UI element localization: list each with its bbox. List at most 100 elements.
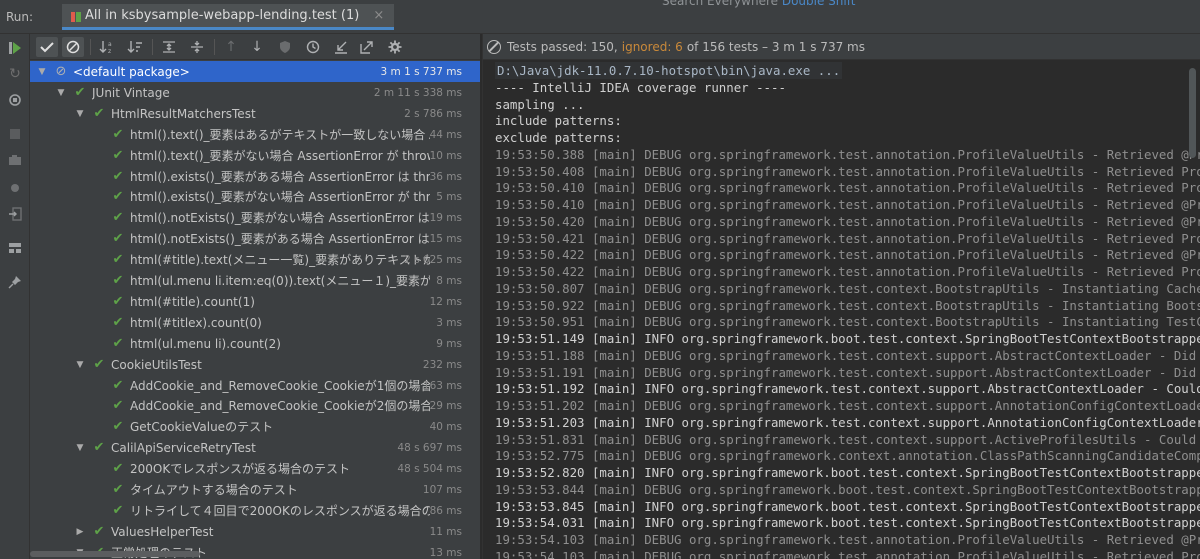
expand-all-icon[interactable] <box>158 37 180 57</box>
passed-check-icon: ✔ <box>93 440 105 455</box>
console-line: 19:53:50.408 [main] DEBUG org.springfram… <box>495 164 1200 179</box>
test-tree-row[interactable]: ✔ html(#titlex).count(0) 3 ms <box>30 312 480 333</box>
console-line: 19:53:53.844 [main] DEBUG org.springfram… <box>495 482 1200 497</box>
test-name: CalilApiServiceRetryTest <box>111 440 256 455</box>
test-name: CookieUtilsTest <box>111 357 202 372</box>
pin-icon[interactable] <box>7 274 23 290</box>
layout-icon[interactable] <box>7 240 23 256</box>
test-tree-row[interactable]: ✔ html(#title).text(メニュー一覧)_要素がありテキストが一致す… <box>30 249 480 270</box>
test-name: リトライして４回目で200OKのレスポンスが返る場合のテスト <box>130 504 430 518</box>
test-tree[interactable]: ▼ ⊘ <default package> 3 m 1 s 737 ms ▼ ✔ JUnit… <box>30 61 480 559</box>
test-tree-row[interactable]: ✔ リトライして４回目で200OKのレスポンスが返る場合のテスト86 ms <box>30 500 480 521</box>
scroll-thumb[interactable] <box>30 551 200 557</box>
chevron-down-icon[interactable]: ▼ <box>74 360 86 370</box>
test-tree-row[interactable]: ▼ ⊘ <default package> 3 m 1 s 737 ms <box>30 61 480 82</box>
debug-icon[interactable] <box>7 92 23 108</box>
test-tree-row[interactable]: ✔ AddCookie_and_RemoveCookie_Cookieが2個の場合… <box>30 395 480 416</box>
passed-check-icon: ✔ <box>112 252 124 267</box>
test-tree-row[interactable]: ✔ GetCookieValueのテスト 40 ms <box>30 416 480 437</box>
test-tree-row[interactable]: ✔ html().text()_要素はあるがテキストが一致しない場合 Assert… <box>30 124 480 145</box>
prev-failed-icon[interactable]: ↑ <box>220 37 242 57</box>
test-duration: 9 ms <box>436 337 462 350</box>
stop-icon[interactable] <box>7 126 23 142</box>
test-tree-row[interactable]: ▼ ✔ JUnit Vintage 2 m 11 s 338 ms <box>30 82 480 103</box>
next-failed-icon[interactable]: ↓ <box>246 37 268 57</box>
show-passed-icon[interactable] <box>36 37 58 57</box>
test-duration: 2 s 786 ms <box>404 107 462 120</box>
history-icon[interactable] <box>302 37 324 57</box>
exit-icon[interactable] <box>7 206 23 222</box>
collapse-all-icon[interactable] <box>186 37 208 57</box>
tests-total-text: of 156 tests – 3 m 1 s 737 ms <box>686 39 865 54</box>
passed-check-icon: ✔ <box>112 273 124 288</box>
run-tab-title: All in ksbysample-webapp-lending.test (1… <box>85 8 360 23</box>
run-tab[interactable]: All in ksbysample-webapp-lending.test (1… <box>62 4 395 30</box>
rerun-failed-icon[interactable]: ↻ <box>7 66 23 82</box>
shield-icon[interactable] <box>274 37 296 57</box>
show-ignored-icon[interactable] <box>62 37 84 57</box>
coverage-icon[interactable] <box>7 180 23 196</box>
chevron-down-icon[interactable]: ▼ <box>55 88 67 98</box>
test-duration: 2 m 11 s 338 ms <box>373 86 462 99</box>
settings-icon[interactable] <box>384 37 406 57</box>
test-duration: 44 ms <box>429 128 462 141</box>
test-duration: 12 ms <box>429 295 462 308</box>
test-output-panel: Tests passed: 150, ignored: 6 of 156 tes… <box>482 34 1200 559</box>
test-tree-row[interactable]: ▼ ✔ CookieUtilsTest 232 ms <box>30 354 480 375</box>
test-tree-row[interactable]: ✔ html().text()_要素がない場合 AssertionError が … <box>30 145 480 166</box>
test-tree-row[interactable]: ✔ AddCookie_and_RemoveCookie_Cookieが1個の場合… <box>30 375 480 396</box>
export-icon[interactable] <box>356 37 378 57</box>
sort-duration-icon[interactable] <box>124 37 146 57</box>
test-tree-row[interactable]: ✔ html(ul.menu li).count(2) 9 ms <box>30 333 480 354</box>
test-duration: 15 ms <box>429 232 462 245</box>
import-icon[interactable] <box>330 37 352 57</box>
test-tree-row[interactable]: ✔ 200OKでレスポンスが返る場合のテスト 48 s 504 ms <box>30 458 480 479</box>
console-line: 19:53:50.410 [main] DEBUG org.springfram… <box>495 197 1200 212</box>
passed-check-icon: ✔ <box>112 482 124 497</box>
sort-alpha-icon[interactable]: az <box>96 37 118 57</box>
chevron-down-icon[interactable]: ▼ <box>36 67 48 77</box>
test-tree-row[interactable]: ✔ html().exists()_要素がない場合 AssertionError … <box>30 186 480 207</box>
search-everywhere-hint: Search Everywhere Double Shift <box>662 0 855 8</box>
test-tree-row[interactable]: ✔ html(#title).count(1) 12 ms <box>30 291 480 312</box>
test-name: html().exists()_要素がない場合 AssertionError が… <box>130 190 430 204</box>
test-tree-row[interactable]: ▼ ✔ CalilApiServiceRetryTest 48 s 697 ms <box>30 437 480 458</box>
test-tree-row[interactable]: ✔ html().notExists()_要素がない場合 AssertionErr… <box>30 207 480 228</box>
console-line: 19:53:54.031 [main] INFO org.springframe… <box>495 515 1200 530</box>
passed-check-icon: ✔ <box>112 169 124 184</box>
test-name: AddCookie_and_RemoveCookie_Cookieが1個の場合 <box>130 379 430 393</box>
left-tool-strip: ↻ <box>0 34 30 559</box>
test-name: 200OKでレスポンスが返る場合のテスト <box>130 462 350 476</box>
test-name: html(#title).text(メニュー一覧)_要素がありテキストが一致する… <box>130 253 430 267</box>
console-output[interactable]: D:\Java\jdk-11.0.7.10-hotspot\bin\java.e… <box>483 60 1200 559</box>
console-line: 19:53:50.422 [main] DEBUG org.springfram… <box>495 264 1200 279</box>
test-tree-row[interactable]: ▼ ✔ HtmlResultMatchersTest 2 s 786 ms <box>30 103 480 124</box>
passed-check-icon: ✔ <box>112 503 124 518</box>
search-everywhere-text: Search Everywhere <box>662 0 778 8</box>
passed-check-icon: ✔ <box>112 210 124 225</box>
search-everywhere-shortcut: Double Shift <box>781 0 856 8</box>
rerun-icon[interactable] <box>7 40 23 56</box>
console-gutter <box>483 60 493 559</box>
test-duration: 5 ms <box>436 190 462 203</box>
test-tree-row[interactable]: ✔ タイムアウトする場合のテスト 107 ms <box>30 479 480 500</box>
close-icon[interactable]: × <box>373 8 384 23</box>
test-duration: 8 ms <box>436 274 462 287</box>
camera-icon[interactable] <box>7 152 23 168</box>
console-line: ---- IntelliJ IDEA coverage runner ---- <box>495 80 786 95</box>
test-duration: 48 s 697 ms <box>397 441 462 454</box>
chevron-down-icon[interactable]: ▼ <box>74 109 86 119</box>
test-tree-row[interactable]: ✔ html().exists()_要素がある場合 AssertionError … <box>30 166 480 187</box>
tree-horizontal-scrollbar[interactable] <box>30 551 480 557</box>
test-tree-row[interactable]: ✔ html().notExists()_要素がある場合 AssertionErr… <box>30 228 480 249</box>
passed-check-icon: ✔ <box>93 524 105 539</box>
test-tree-row[interactable]: ✔ html(ul.menu li.item:eq(0)).text(メニュー１)… <box>30 270 480 291</box>
chevron-down-icon[interactable]: ▼ <box>74 443 86 453</box>
test-duration: 19 ms <box>429 211 462 224</box>
console-vertical-scrollbar[interactable] <box>1189 68 1196 158</box>
chevron-right-icon[interactable]: ▶ <box>74 527 86 537</box>
test-duration: 36 ms <box>429 170 462 183</box>
test-duration: 3 m 1 s 737 ms <box>380 65 463 78</box>
test-duration: 3 ms <box>436 316 462 329</box>
test-tree-row[interactable]: ▶ ✔ ValuesHelperTest 11 ms <box>30 521 480 542</box>
